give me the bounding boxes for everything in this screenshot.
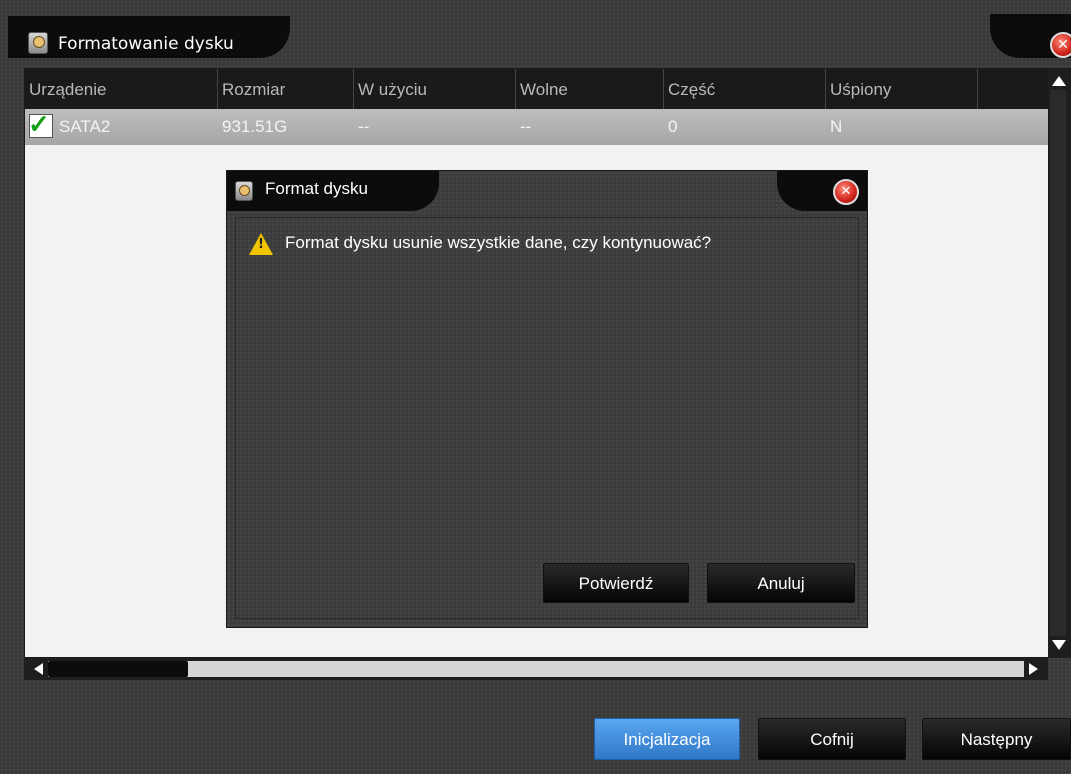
disk-icon: [235, 181, 253, 201]
format-dialog: Format dysku ✕ ! Format dysku usunie wsz…: [226, 170, 868, 628]
cell-sleep: N: [830, 117, 843, 136]
dialog-title-tab: Format dysku: [227, 171, 439, 211]
format-disk-window: Formatowanie dysku ✕ Urządenie Rozmiar W…: [0, 0, 1071, 774]
dialog-body: [235, 217, 859, 619]
row-checkbox[interactable]: ✓: [28, 109, 53, 139]
scroll-left-icon[interactable]: [34, 663, 43, 675]
scroll-right-icon[interactable]: [1029, 663, 1038, 675]
back-button[interactable]: Cofnij: [758, 718, 906, 760]
dialog-message: Format dysku usunie wszystkie dane, czy …: [285, 233, 712, 252]
column-header-free[interactable]: Wolne: [516, 69, 664, 109]
table-row[interactable]: ✓ SATA2 931.51G -- -- 0 N: [25, 109, 1049, 145]
cell-size: 931.51G: [222, 117, 288, 136]
horizontal-scroll-track[interactable]: [48, 661, 1024, 677]
table-header: Urządenie Rozmiar W użyciu Wolne Część U…: [25, 69, 1049, 109]
dialog-title: Format dysku: [265, 179, 368, 198]
title-bar: Formatowanie dysku ✕: [0, 10, 1071, 58]
cell-free: --: [520, 117, 532, 136]
checkmark-icon: ✓: [28, 109, 50, 140]
scroll-up-icon[interactable]: [1052, 76, 1066, 86]
warning-mark-icon: !: [258, 237, 264, 252]
cell-device: ✓ SATA2: [25, 109, 218, 145]
column-header-device[interactable]: Urządenie: [25, 69, 218, 109]
dialog-title-right: ✕: [777, 171, 867, 211]
vertical-scrollbar[interactable]: [1048, 68, 1071, 658]
dialog-close-icon[interactable]: ✕: [833, 179, 859, 205]
confirm-button[interactable]: Potwierdź: [543, 563, 689, 603]
column-header-sleep[interactable]: Uśpiony: [826, 69, 978, 109]
init-button[interactable]: Inicjalizacja: [594, 718, 740, 760]
window-title: Formatowanie dysku: [58, 34, 234, 54]
close-icon[interactable]: ✕: [1050, 32, 1071, 58]
title-tab: Formatowanie dysku: [8, 14, 290, 58]
horizontal-scroll-thumb[interactable]: [48, 661, 188, 677]
column-header-used[interactable]: W użyciu: [354, 69, 516, 109]
column-header-size[interactable]: Rozmiar: [218, 69, 354, 109]
cell-used: --: [358, 117, 370, 136]
disk-icon: [28, 32, 48, 54]
column-header-part[interactable]: Część: [664, 69, 826, 109]
device-name: SATA2: [59, 117, 111, 136]
horizontal-scrollbar[interactable]: [24, 658, 1048, 680]
vertical-scroll-track[interactable]: [1050, 90, 1066, 636]
next-button[interactable]: Następny: [922, 718, 1071, 760]
cell-part: 0: [668, 117, 678, 136]
scroll-down-icon[interactable]: [1052, 640, 1066, 650]
column-header-empty: [978, 69, 1049, 109]
cancel-button[interactable]: Anuluj: [707, 563, 855, 603]
